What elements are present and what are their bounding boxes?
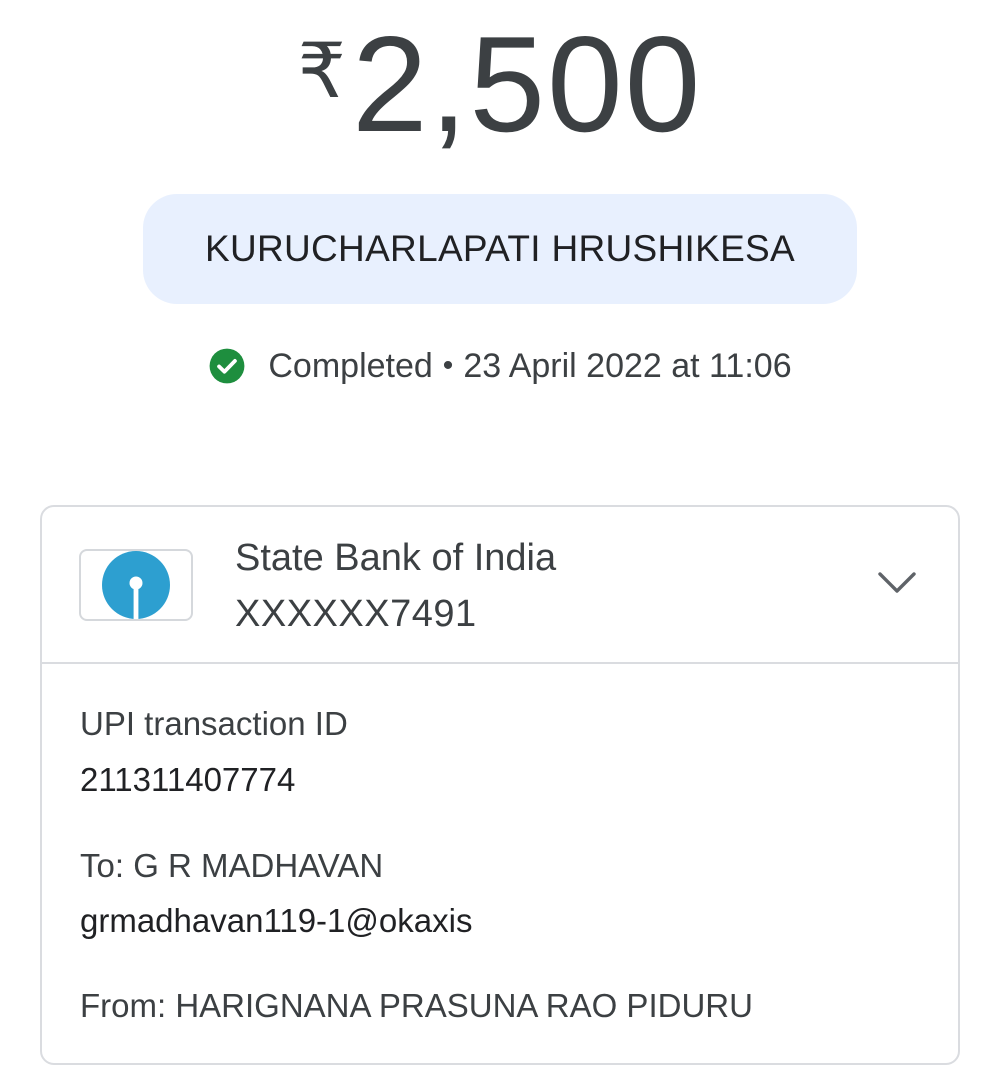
currency-symbol: ₹ bbox=[297, 29, 346, 114]
status-separator: • bbox=[442, 349, 454, 382]
transaction-details-card: State Bank of India XXXXXX7491 UPI trans… bbox=[40, 505, 960, 1065]
bank-logo bbox=[79, 549, 193, 621]
sender-name: From: HARIGNANA PRASUNA RAO PIDURU bbox=[80, 987, 753, 1024]
payee-name: KURUCHARLAPATI HRUSHIKESA bbox=[204, 228, 795, 269]
transaction-datetime: 23 April 2022 at 11:06 bbox=[463, 346, 792, 385]
recipient-name: To: G R MADHAVAN bbox=[80, 847, 384, 884]
sbi-logo-icon bbox=[102, 551, 170, 619]
amount-value: 2,500 bbox=[352, 8, 703, 160]
upi-transaction-id-label: UPI transaction ID bbox=[80, 705, 348, 742]
payee-chip[interactable]: KURUCHARLAPATI HRUSHIKESA bbox=[143, 194, 857, 304]
status-text: Completed bbox=[268, 346, 433, 385]
bank-account-number: XXXXXX7491 bbox=[235, 593, 477, 635]
amount-display: ₹2,500 bbox=[0, 16, 1000, 152]
upi-transaction-id-value[interactable]: 211311407774 bbox=[80, 761, 295, 799]
expand-button[interactable] bbox=[874, 563, 920, 603]
check-circle-icon bbox=[209, 348, 245, 384]
bank-name: State Bank of India bbox=[235, 537, 557, 579]
bank-account-row[interactable]: State Bank of India XXXXXX7491 bbox=[42, 507, 958, 664]
chevron-down-icon bbox=[878, 572, 916, 593]
transaction-status: Completed • 23 April 2022 at 11:06 bbox=[0, 344, 1000, 388]
recipient-upi-id[interactable]: grmadhavan119-1@okaxis bbox=[80, 902, 472, 940]
